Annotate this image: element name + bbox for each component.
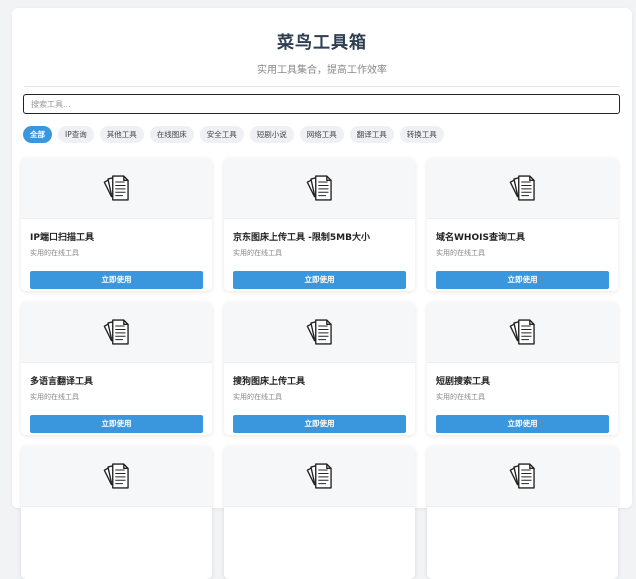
tool-description: 实用的在线工具	[30, 249, 79, 257]
use-now-button[interactable]: 立即使用	[436, 415, 609, 433]
tool-name: IP端口扫描工具	[30, 233, 94, 243]
category-all[interactable]: 全部	[23, 126, 52, 143]
category-image-hosting[interactable]: 在线图床	[149, 126, 194, 143]
tool-description: 实用的在线工具	[436, 249, 485, 257]
tool-thumbnail	[224, 158, 415, 219]
tool-name: 多语言翻译工具	[30, 377, 94, 387]
tool-thumbnail	[21, 158, 212, 219]
tool-grid: IP端口扫描工具 实用的在线工具 立即使用 京东图床上传工具 -限制5MB大小 …	[21, 158, 618, 579]
tool-thumbnail	[427, 158, 618, 219]
use-now-button[interactable]: 立即使用	[30, 415, 203, 433]
tool-card[interactable]	[427, 446, 618, 579]
tool-description: 实用的在线工具	[233, 249, 282, 257]
tool-card[interactable]: 多语言翻译工具 实用的在线工具 立即使用	[21, 302, 212, 435]
tool-name: 域名WHOIS查询工具	[436, 233, 525, 243]
tool-name: 搜狗图床上传工具	[233, 377, 306, 387]
tool-thumbnail	[224, 446, 415, 507]
tool-thumbnail	[21, 446, 212, 507]
category-translation-tools[interactable]: 翻译工具	[349, 126, 394, 143]
tool-thumbnail	[427, 446, 618, 507]
page-subtitle: 实用工具集合，提高工作效率	[257, 65, 387, 76]
document-icon	[509, 319, 535, 345]
tool-description: 实用的在线工具	[233, 393, 282, 401]
tool-name: 短剧搜索工具	[436, 377, 491, 387]
document-icon	[306, 319, 332, 345]
tool-name: 京东图床上传工具 -限制5MB大小	[233, 233, 370, 243]
category-ip-query[interactable]: IP查询	[58, 126, 94, 143]
page-container: 菜鸟工具箱 实用工具集合，提高工作效率 全部 IP查询 其他工具 在线图床 安全…	[12, 8, 632, 579]
use-now-button[interactable]: 立即使用	[233, 271, 406, 289]
page-header: 菜鸟工具箱 实用工具集合，提高工作效率	[12, 8, 632, 76]
tool-card[interactable]: 短剧搜索工具 实用的在线工具 立即使用	[427, 302, 618, 435]
tool-description: 实用的在线工具	[436, 393, 485, 401]
category-security-tools[interactable]: 安全工具	[199, 126, 244, 143]
document-icon	[509, 175, 535, 201]
search-input[interactable]	[23, 94, 620, 114]
use-now-button[interactable]: 立即使用	[30, 271, 203, 289]
category-other-tools[interactable]: 其他工具	[99, 126, 144, 143]
tool-card[interactable]: 搜狗图床上传工具 实用的在线工具 立即使用	[224, 302, 415, 435]
tool-card[interactable]: IP端口扫描工具 实用的在线工具 立即使用	[21, 158, 212, 291]
category-network-tools[interactable]: 网络工具	[299, 126, 344, 143]
tool-card[interactable]	[224, 446, 415, 579]
category-short-drama[interactable]: 短剧小说	[249, 126, 294, 143]
tool-thumbnail	[21, 302, 212, 363]
document-icon	[103, 463, 129, 489]
document-icon	[306, 175, 332, 201]
tool-card[interactable]	[21, 446, 212, 579]
tool-thumbnail	[224, 302, 415, 363]
tool-thumbnail	[427, 302, 618, 363]
document-icon	[306, 463, 332, 489]
document-icon	[103, 175, 129, 201]
category-conversion-tools[interactable]: 转换工具	[399, 126, 444, 143]
header-divider	[24, 86, 620, 87]
document-icon	[509, 463, 535, 489]
tool-card[interactable]: 京东图床上传工具 -限制5MB大小 实用的在线工具 立即使用	[224, 158, 415, 291]
use-now-button[interactable]: 立即使用	[233, 415, 406, 433]
tool-card[interactable]: 域名WHOIS查询工具 实用的在线工具 立即使用	[427, 158, 618, 291]
document-icon	[103, 319, 129, 345]
category-filter-bar: 全部 IP查询 其他工具 在线图床 安全工具 短剧小说 网络工具 翻译工具 转换…	[23, 126, 444, 143]
page-title: 菜鸟工具箱	[277, 33, 367, 53]
use-now-button[interactable]: 立即使用	[436, 271, 609, 289]
tool-description: 实用的在线工具	[30, 393, 79, 401]
